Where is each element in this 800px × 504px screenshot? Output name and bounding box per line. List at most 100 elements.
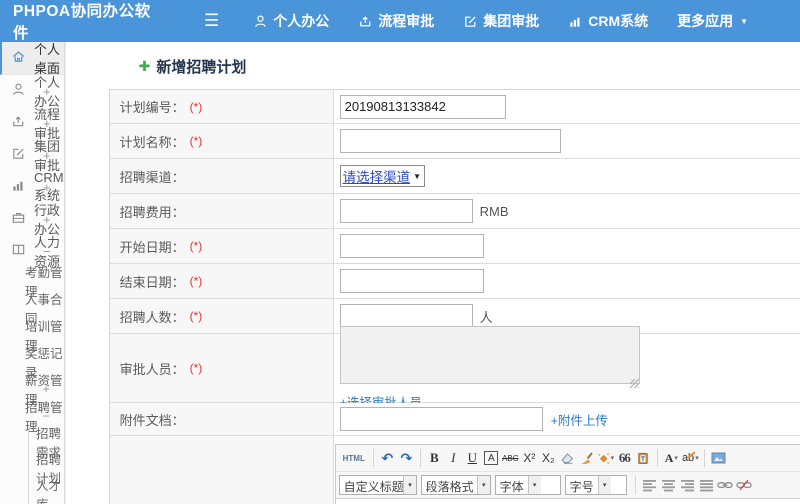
caret-down-icon: ▾ — [403, 476, 416, 494]
attachment-input[interactable] — [339, 407, 543, 431]
redo-button[interactable]: ↷ — [397, 448, 416, 468]
nav-item-more-apps[interactable]: 更多应用 ▼ — [677, 11, 748, 31]
expand-plus-icon[interactable]: + — [43, 84, 51, 99]
expand-plus-icon[interactable]: + — [43, 148, 51, 163]
collapse-minus-icon[interactable]: − — [43, 409, 50, 423]
caret-down-icon: ▾ — [476, 476, 490, 494]
format-painter-button[interactable]: ▾ — [596, 448, 615, 468]
insert-image-button[interactable] — [709, 448, 728, 468]
insert-link-button[interactable] — [716, 475, 735, 495]
unlink-icon — [736, 479, 752, 491]
flow-approve-icon — [11, 114, 34, 132]
font-size-combo[interactable]: 字号 ▾ — [564, 475, 627, 495]
expand-plus-icon[interactable]: + — [43, 116, 51, 131]
attachment-upload-link[interactable]: +附件上传 — [551, 410, 608, 429]
headcount-input[interactable] — [339, 304, 473, 328]
html-source-button[interactable]: HTML — [339, 454, 369, 463]
paste-text-button[interactable] — [634, 448, 653, 468]
combo-value: 字号 — [569, 480, 594, 494]
strikethrough-button[interactable]: ABC — [501, 448, 520, 468]
flow-approve-icon — [358, 14, 373, 29]
highlight-color-button[interactable]: ab ▾ — [681, 448, 700, 468]
sidebar-item-personal-desktop[interactable]: 个人桌面 — [0, 42, 64, 76]
nav-item-group-approval[interactable]: 集团审批 — [463, 11, 539, 31]
align-justify-icon — [699, 479, 713, 491]
sidebar-item-flow-approval[interactable]: 流程审批 + — [0, 107, 64, 141]
sidebar-item-crm[interactable]: CRM系统 + — [0, 170, 64, 203]
link-icon — [717, 482, 733, 489]
caret-down-icon: ▾ — [527, 476, 541, 494]
main-content: ✚ 新增招聘计划 计划编号： (*) 计划名称： (*) — [65, 42, 800, 504]
field-label: 开始日期： — [119, 239, 185, 255]
form-row-channel: 招聘渠道： 请选择渠道 ▼ — [109, 159, 800, 194]
superscript-button[interactable]: X² — [520, 448, 539, 468]
hamburger-icon[interactable]: ☰ — [204, 11, 219, 31]
start-date-input[interactable] — [339, 234, 484, 258]
custom-title-combo[interactable]: 自定义标题 ▾ — [338, 475, 417, 495]
nav-label: CRM系统 — [588, 13, 649, 29]
nav-label: 集团审批 — [483, 13, 540, 29]
field-value-cell: +附件上传 — [333, 403, 800, 435]
font-family-combo[interactable]: 字体 ▾ — [494, 475, 561, 495]
form-row-content-editor: HTML ↶ ↷ B I U A ABC X² X₂ ▾ 66 A ▾ ab ▾… — [109, 436, 800, 504]
field-label: 招聘人数： — [119, 309, 185, 325]
channel-select[interactable]: 请选择渠道 ▼ — [339, 165, 426, 187]
fee-input[interactable] — [339, 199, 473, 223]
sidebar-item-personal-office[interactable]: 个人办公 + — [0, 75, 64, 109]
field-value-cell — [333, 124, 800, 158]
caret-down-icon: ▼ — [740, 16, 749, 26]
undo-button[interactable]: ↶ — [378, 448, 397, 468]
subscript-button[interactable]: X₂ — [539, 448, 558, 468]
char-border-button[interactable]: A — [482, 448, 501, 468]
required-marker: (*) — [189, 99, 203, 114]
expand-plus-icon[interactable]: + — [43, 382, 50, 396]
plan-number-input[interactable] — [339, 94, 506, 119]
nav-item-flow-approval[interactable]: 流程审批 — [358, 11, 434, 31]
sidebar-item-label: 人才库 — [36, 479, 62, 504]
edit-approve-icon — [463, 14, 478, 29]
align-justify-button[interactable] — [697, 475, 716, 495]
sidebar-item-talent-pool[interactable]: 人才库 — [29, 479, 64, 504]
bold-button[interactable]: B — [425, 448, 444, 468]
paragraph-format-combo[interactable]: 段落格式 ▾ — [420, 475, 491, 495]
blockquote-button[interactable]: 66 — [615, 448, 634, 468]
collapse-minus-icon[interactable]: − — [43, 244, 51, 259]
fee-unit-label: RMB — [479, 203, 509, 219]
field-label-cell: 计划名称： (*) — [109, 124, 334, 158]
align-center-button[interactable] — [659, 475, 678, 495]
font-color-button[interactable]: A ▾ — [662, 448, 681, 468]
required-marker: (*) — [189, 134, 203, 148]
plan-name-input[interactable] — [339, 129, 561, 153]
field-label-cell: 附件文档： — [109, 403, 334, 435]
sidebar-item-admin-office[interactable]: 行政办公 + — [0, 203, 64, 237]
unlink-button[interactable] — [735, 475, 754, 495]
nav-label: 流程审批 — [378, 13, 435, 29]
expand-plus-icon[interactable]: + — [43, 180, 51, 195]
nav-item-personal-office[interactable]: 个人办公 — [253, 11, 329, 31]
nav-item-crm[interactable]: CRM系统 — [568, 11, 648, 31]
end-date-input[interactable] — [339, 269, 484, 293]
paste-icon — [638, 452, 649, 465]
align-left-button[interactable] — [640, 475, 659, 495]
form-row-attachment: 附件文档： +附件上传 — [109, 403, 800, 436]
field-label: 结束日期： — [119, 274, 185, 290]
bar-chart-icon — [568, 14, 583, 29]
underline-button[interactable]: U — [463, 448, 482, 468]
toolbar-separator — [634, 476, 636, 494]
editor-content-area[interactable] — [335, 499, 800, 504]
field-label-cell: 招聘费用： — [109, 194, 334, 228]
align-right-button[interactable] — [678, 475, 697, 495]
field-label: 附件文档： — [119, 412, 185, 428]
field-label-cell: 结束日期： (*) — [109, 264, 334, 298]
field-label: 计划编号： — [119, 100, 185, 115]
sidebar-item-group-approval[interactable]: 集团审批 + — [0, 139, 64, 173]
expand-plus-icon[interactable]: + — [43, 212, 51, 227]
sidebar-item-recruit-mgmt[interactable]: 招聘管理 − — [0, 401, 64, 434]
top-bar: PHPOA协同办公软件 ☰ 个人办公 流程审批 集团审批 CRM系统 更多应用 … — [0, 0, 800, 42]
briefcase-icon — [11, 210, 34, 228]
recruit-submenu: 招聘需求 招聘计划 人才库 — [28, 427, 64, 504]
approvers-textarea[interactable] — [339, 325, 640, 384]
italic-button[interactable]: I — [444, 448, 463, 468]
clear-doc-button[interactable] — [577, 448, 596, 468]
remove-format-button[interactable] — [558, 448, 577, 468]
